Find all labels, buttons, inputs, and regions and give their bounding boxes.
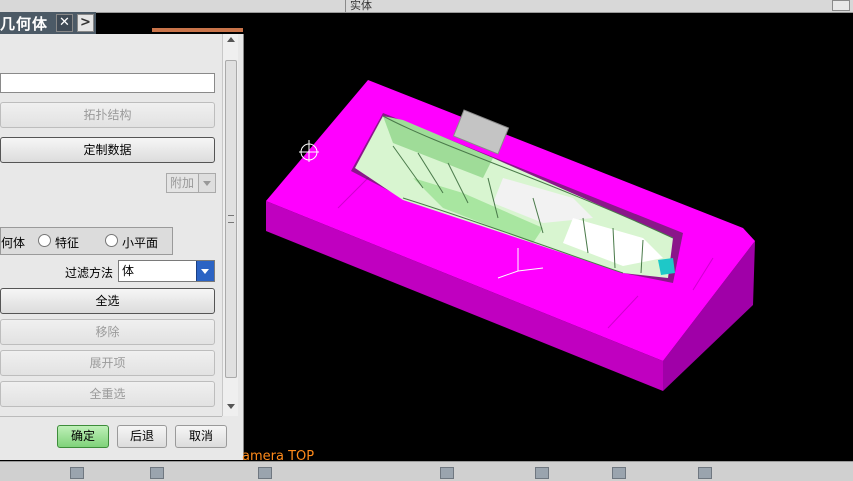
dialog-title: 几何体 — [0, 15, 49, 33]
select-all-button[interactable]: 全选 — [0, 288, 215, 314]
radio-facet[interactable] — [105, 234, 118, 247]
geometry-dialog: 拓扑结构 定制数据 附加 何体 特征 小平面 过滤方法 体 全选 移除 展开项 … — [0, 34, 244, 460]
dialog-separator — [0, 416, 222, 417]
reselect-all-button[interactable]: 全重选 — [0, 381, 215, 407]
radio-feature[interactable] — [38, 234, 51, 247]
filter-method-label: 过滤方法 — [65, 266, 114, 280]
remove-button[interactable]: 移除 — [0, 319, 215, 345]
expand-arrow-icon[interactable]: > — [77, 14, 94, 32]
append-select-value: 附加 — [170, 176, 195, 190]
back-button[interactable]: 后退 — [117, 425, 167, 448]
entity-type-radio-group: 何体 特征 小平面 — [0, 227, 173, 255]
custom-data-button[interactable]: 定制数据 — [0, 137, 215, 163]
toolbar-icon[interactable] — [698, 467, 712, 479]
radio-label-feature: 特征 — [55, 236, 80, 250]
toolbar-icon[interactable] — [535, 467, 549, 479]
top-toolbar: 实体 — [0, 0, 853, 13]
topology-button[interactable]: 拓扑结构 — [0, 102, 215, 128]
toolbar-icon[interactable] — [258, 467, 272, 479]
expand-items-button[interactable]: 展开项 — [0, 350, 215, 376]
solid-label: 实体 — [350, 0, 372, 12]
graphics-viewport[interactable] — [243, 28, 853, 461]
toolbar-icon[interactable] — [150, 467, 164, 479]
scroll-down-icon[interactable] — [227, 404, 235, 409]
name-field[interactable] — [0, 73, 215, 93]
dialog-scrollbar[interactable] — [222, 34, 238, 416]
bottom-toolbar — [0, 461, 853, 481]
toolbar-icon[interactable] — [440, 467, 454, 479]
restore-button[interactable] — [832, 0, 850, 11]
toolbar-icon[interactable] — [70, 467, 84, 479]
filter-method-select[interactable]: 体 — [118, 260, 215, 282]
close-icon[interactable]: ✕ — [56, 14, 73, 32]
toolbar-icon[interactable] — [612, 467, 626, 479]
filter-method-value: 体 — [122, 264, 135, 278]
cancel-button[interactable]: 取消 — [175, 425, 227, 448]
append-select[interactable]: 附加 — [166, 173, 216, 193]
ok-button[interactable]: 确定 — [57, 425, 109, 448]
scroll-up-icon[interactable] — [227, 37, 235, 42]
radio-label-geometry: 何体 — [1, 236, 26, 250]
chevron-down-icon — [198, 174, 215, 192]
toolbar-divider — [345, 0, 346, 12]
window-frame-strip — [152, 28, 243, 32]
radio-label-facet: 小平面 — [122, 236, 159, 250]
chevron-down-icon — [196, 261, 214, 281]
grip-icon — [228, 215, 234, 223]
